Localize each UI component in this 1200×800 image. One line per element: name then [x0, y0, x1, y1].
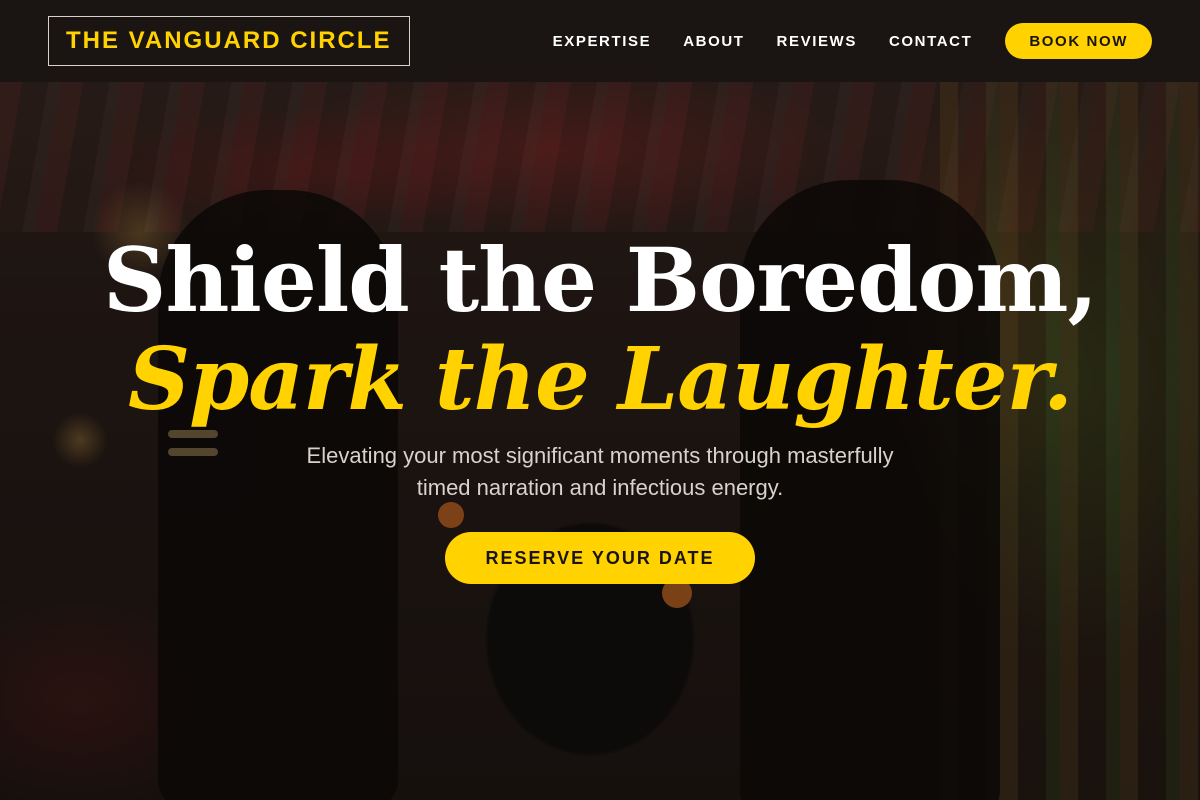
hero-tagline: Elevating your most significant moments … [306, 443, 894, 500]
nav-link-about[interactable]: ABOUT [683, 33, 744, 50]
hero-headline: Shield the Boredom, Spark the Laughter. [0, 230, 1200, 430]
brand-logo[interactable]: THE VANGUARD CIRCLE [48, 16, 410, 66]
hero-section: Shield the Boredom, Spark the Laughter. … [0, 230, 1200, 584]
site-header: THE VANGUARD CIRCLE EXPERTISE ABOUT REVI… [0, 0, 1200, 82]
nav-link-expertise[interactable]: EXPERTISE [553, 33, 652, 50]
nav-link-contact[interactable]: CONTACT [889, 33, 972, 50]
main-nav: EXPERTISE ABOUT REVIEWS CONTACT BOOK NOW [521, 23, 1152, 59]
headline-line-1: Shield the Boredom, [102, 228, 1098, 332]
headline-line-2: Spark the Laughter. [128, 329, 1073, 430]
reserve-date-button[interactable]: RESERVE YOUR DATE [445, 532, 755, 584]
nav-link-reviews[interactable]: REVIEWS [777, 33, 857, 50]
book-now-button[interactable]: BOOK NOW [1005, 23, 1152, 59]
